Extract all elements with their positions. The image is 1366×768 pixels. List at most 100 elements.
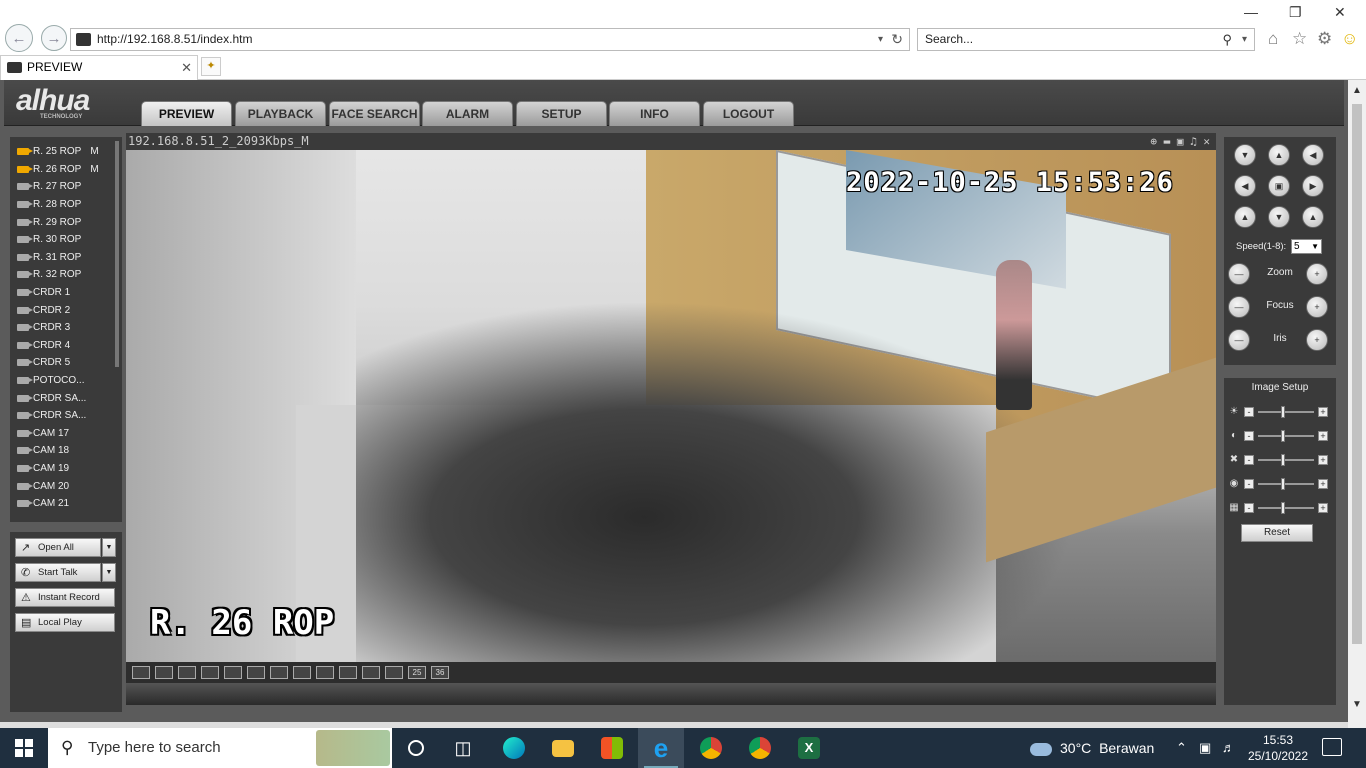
volume-muted-icon[interactable]: ♬ (1222, 728, 1235, 768)
start-button[interactable] (0, 728, 48, 768)
contrast-plus-button[interactable]: + (1318, 431, 1328, 441)
layout-button[interactable] (339, 666, 357, 679)
scroll-up-icon[interactable]: ▲ (1348, 82, 1366, 100)
notification-icon[interactable] (1322, 738, 1342, 756)
ptz-down-left-button[interactable]: ▲ (1234, 206, 1256, 228)
sharpness-minus-button[interactable]: - (1244, 503, 1254, 513)
tab-logout[interactable]: LOGOUT (703, 101, 794, 126)
system-clock[interactable]: 15:53 25/10/2022 (1240, 732, 1316, 764)
local-play-button[interactable]: ▤ Local Play (15, 613, 115, 632)
focus-in-button[interactable]: + (1306, 296, 1328, 318)
channel-item[interactable]: R. 32 ROP (12, 266, 112, 284)
ptz-center-button[interactable]: ▣ (1268, 175, 1290, 197)
hue-plus-button[interactable]: + (1318, 479, 1328, 489)
channel-item[interactable]: CRDR 5 (12, 354, 112, 372)
layout-button[interactable] (385, 666, 403, 679)
ptz-up-right-button[interactable]: ◀ (1302, 144, 1324, 166)
channel-item[interactable]: CAM 21 (12, 495, 112, 513)
brightness-minus-button[interactable]: - (1244, 407, 1254, 417)
channel-item[interactable]: CAM 17 (12, 425, 112, 443)
ptz-down-button[interactable]: ▼ (1268, 206, 1290, 228)
open-all-button[interactable]: ↗ Open All (15, 538, 101, 557)
zoom-icon[interactable]: ⊕ (1150, 135, 1157, 148)
search-box[interactable]: Search... ⚲ ▾ (917, 28, 1255, 51)
layout-button[interactable] (155, 666, 173, 679)
forward-button[interactable]: → (41, 25, 67, 51)
internet-explorer-button[interactable]: e (638, 728, 684, 768)
cortana-button[interactable] (393, 728, 439, 768)
home-icon[interactable]: ⌂ (1268, 29, 1278, 49)
smiley-feedback-icon[interactable]: ☺ (1341, 29, 1358, 49)
close-window-icon[interactable]: ✕ (1334, 4, 1346, 21)
layout-button[interactable]: 36 (431, 666, 449, 679)
scroll-thumb[interactable] (1352, 104, 1362, 644)
zoom-out-button[interactable]: — (1228, 263, 1250, 285)
settings-gear-icon[interactable]: ⚙ (1317, 29, 1332, 49)
tab-preview[interactable]: PREVIEW (141, 101, 232, 126)
tab-info[interactable]: INFO (609, 101, 700, 126)
tab-alarm[interactable]: ALARM (422, 101, 513, 126)
brightness-plus-button[interactable]: + (1318, 407, 1328, 417)
ptz-left-button[interactable]: ◀ (1234, 175, 1256, 197)
camera-feed[interactable]: 2022-10-25 15:53:26 R. 26 ROP (126, 150, 1216, 662)
channel-item[interactable]: R. 30 ROP (12, 231, 112, 249)
file-explorer-button[interactable] (540, 728, 586, 768)
layout-button[interactable] (247, 666, 265, 679)
tray-chevron-icon[interactable]: ⌃ (1176, 728, 1187, 768)
layout-button[interactable] (224, 666, 242, 679)
audio-icon[interactable]: ♫ (1190, 135, 1197, 148)
ptz-up-left-button[interactable]: ▼ (1234, 144, 1256, 166)
record-icon[interactable]: ▬ (1164, 135, 1171, 148)
channel-item[interactable]: R. 25 ROP M (12, 143, 112, 161)
snapshot-icon[interactable]: ▣ (1177, 135, 1184, 148)
sharpness-slider-knob[interactable] (1281, 502, 1285, 514)
layout-button[interactable]: 25 (408, 666, 426, 679)
tab-playback[interactable]: PLAYBACK (235, 101, 326, 126)
taskbar-search[interactable]: ⚲ Type here to search (48, 728, 392, 768)
start-talk-button[interactable]: ✆ Start Talk (15, 563, 101, 582)
contrast-slider-knob[interactable] (1281, 430, 1285, 442)
layout-button[interactable] (201, 666, 219, 679)
channel-item[interactable]: CRDR 3 (12, 319, 112, 337)
channel-item[interactable]: CAM 19 (12, 460, 112, 478)
search-dropdown-icon[interactable]: ▾ (1242, 29, 1247, 50)
close-video-icon[interactable]: ✕ (1203, 135, 1210, 148)
channel-item[interactable]: R. 31 ROP (12, 249, 112, 267)
channel-item[interactable]: R. 26 ROP M (12, 161, 112, 179)
speed-select[interactable]: 5 ▼ (1291, 239, 1322, 254)
channel-item[interactable]: R. 27 ROP (12, 178, 112, 196)
channel-item[interactable]: R. 28 ROP (12, 196, 112, 214)
open-all-dropdown[interactable]: ▼ (102, 538, 116, 557)
layout-button[interactable] (132, 666, 150, 679)
channel-list-scrollbar[interactable] (115, 141, 119, 367)
instant-record-button[interactable]: ⚠ Instant Record (15, 588, 115, 607)
tab-face-search[interactable]: FACE SEARCH (329, 101, 420, 126)
layout-button[interactable] (178, 666, 196, 679)
channel-item[interactable]: CRDR SA... (12, 407, 112, 425)
layout-button[interactable] (316, 666, 334, 679)
hue-slider-knob[interactable] (1281, 478, 1285, 490)
channel-item[interactable]: CRDR 4 (12, 337, 112, 355)
layout-button[interactable] (362, 666, 380, 679)
close-tab-icon[interactable]: ✕ (181, 56, 192, 79)
contrast-minus-button[interactable]: - (1244, 431, 1254, 441)
channel-item[interactable]: POTOCO... (12, 372, 112, 390)
minimize-icon[interactable]: — (1244, 4, 1258, 20)
chrome-profile-button[interactable] (688, 728, 734, 768)
address-dropdown-icon[interactable]: ▾ (878, 29, 883, 50)
reset-button[interactable]: Reset (1241, 524, 1313, 542)
ptz-right-button[interactable]: ▶ (1302, 175, 1324, 197)
weather-widget[interactable]: 30°C Berawan (1030, 728, 1154, 768)
browser-tab[interactable]: PREVIEW ✕ (0, 55, 198, 80)
saturation-slider-knob[interactable] (1281, 454, 1285, 466)
page-scrollbar[interactable]: ▲ ▼ (1348, 80, 1366, 728)
excel-button[interactable]: X (786, 728, 832, 768)
channel-item[interactable]: CRDR 1 (12, 284, 112, 302)
refresh-icon[interactable]: ↻ (891, 29, 903, 50)
back-button[interactable]: ← (5, 24, 33, 52)
channel-item[interactable]: CRDR 2 (12, 301, 112, 319)
task-view-button[interactable]: ◫ (440, 728, 486, 768)
focus-out-button[interactable]: — (1228, 296, 1250, 318)
layout-button[interactable] (270, 666, 288, 679)
iris-close-button[interactable]: — (1228, 329, 1250, 351)
